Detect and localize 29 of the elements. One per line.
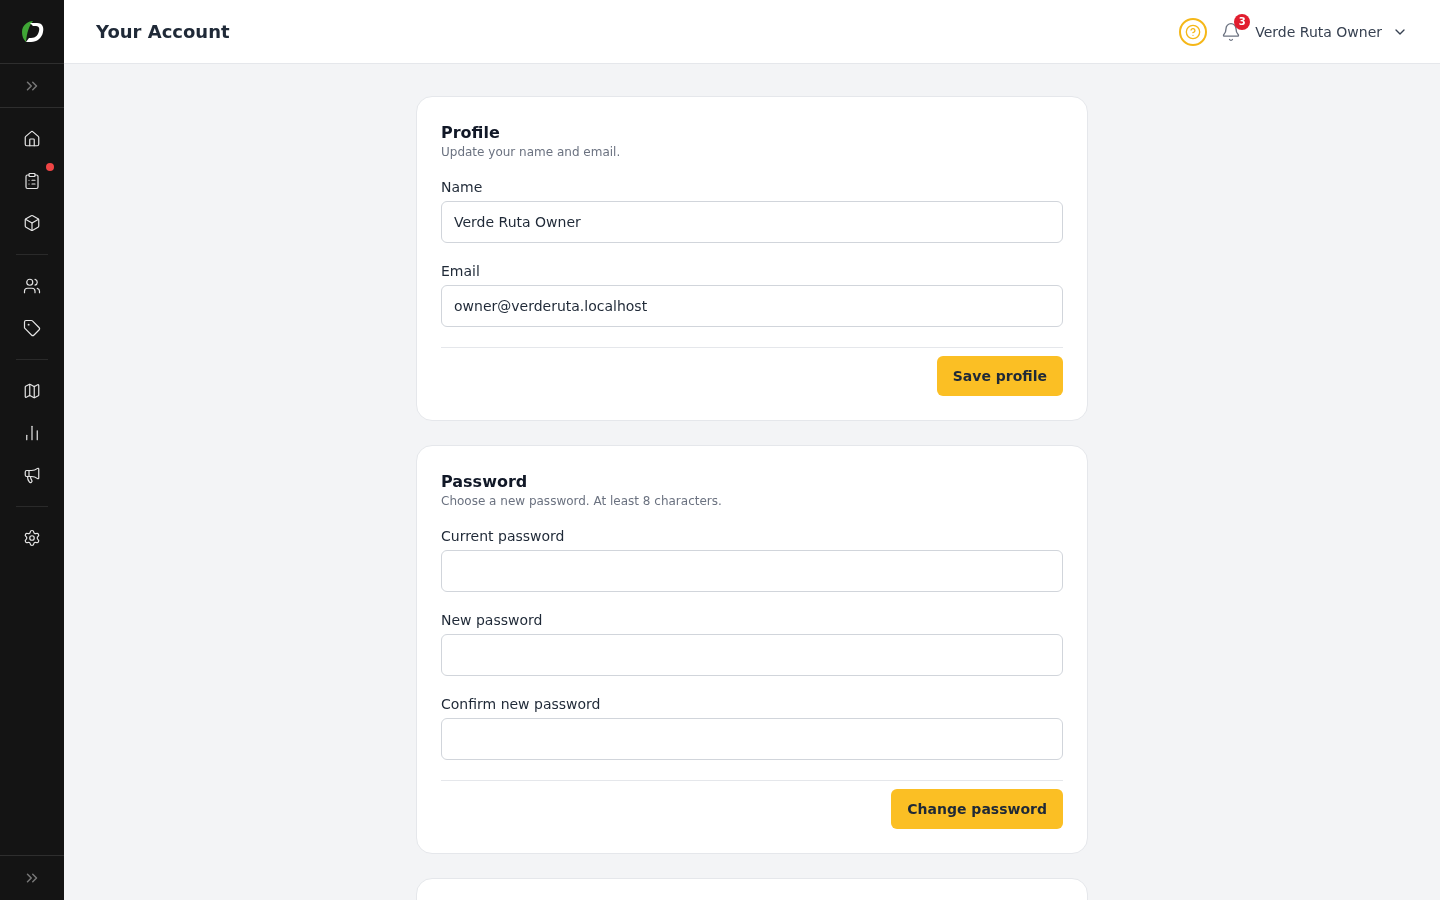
field-label: Name xyxy=(441,179,484,195)
field-label: Email xyxy=(441,263,481,279)
input-field[interactable]: owner@verderuta.localhost xyxy=(441,285,1063,327)
submit-button[interactable]: Change password xyxy=(891,789,1063,829)
field-label: Current password xyxy=(441,528,566,544)
input-field[interactable] xyxy=(441,634,1063,676)
tag-icon xyxy=(23,319,41,337)
input-field[interactable]: Verde Ruta Owner xyxy=(441,201,1063,243)
box-icon xyxy=(23,214,41,232)
user-menu-button[interactable]: Verde Ruta Owner xyxy=(1255,23,1408,40)
submit-button[interactable]: Save profile xyxy=(936,356,1063,396)
map-icon xyxy=(23,382,41,400)
clipboard-icon xyxy=(23,172,41,190)
card-subtitle: Update your name and email. xyxy=(441,145,622,159)
home-icon xyxy=(23,130,41,148)
settings-icon xyxy=(23,529,41,547)
megaphone-icon xyxy=(23,466,41,484)
page-title: Your Account xyxy=(96,21,231,42)
notification-count: 3 xyxy=(1234,13,1251,30)
input-field[interactable] xyxy=(441,550,1063,592)
users-icon xyxy=(23,277,41,295)
field-label: Confirm new password xyxy=(441,696,602,712)
card-subtitle: Choose a new password. At least 8 characters. xyxy=(441,494,723,508)
field-label: New password xyxy=(441,612,544,628)
card-title: Profile xyxy=(441,123,501,142)
card-title: Password xyxy=(441,472,529,491)
bar-chart-icon xyxy=(23,424,41,442)
input-field[interactable] xyxy=(441,718,1063,760)
help-icon xyxy=(1185,23,1202,40)
